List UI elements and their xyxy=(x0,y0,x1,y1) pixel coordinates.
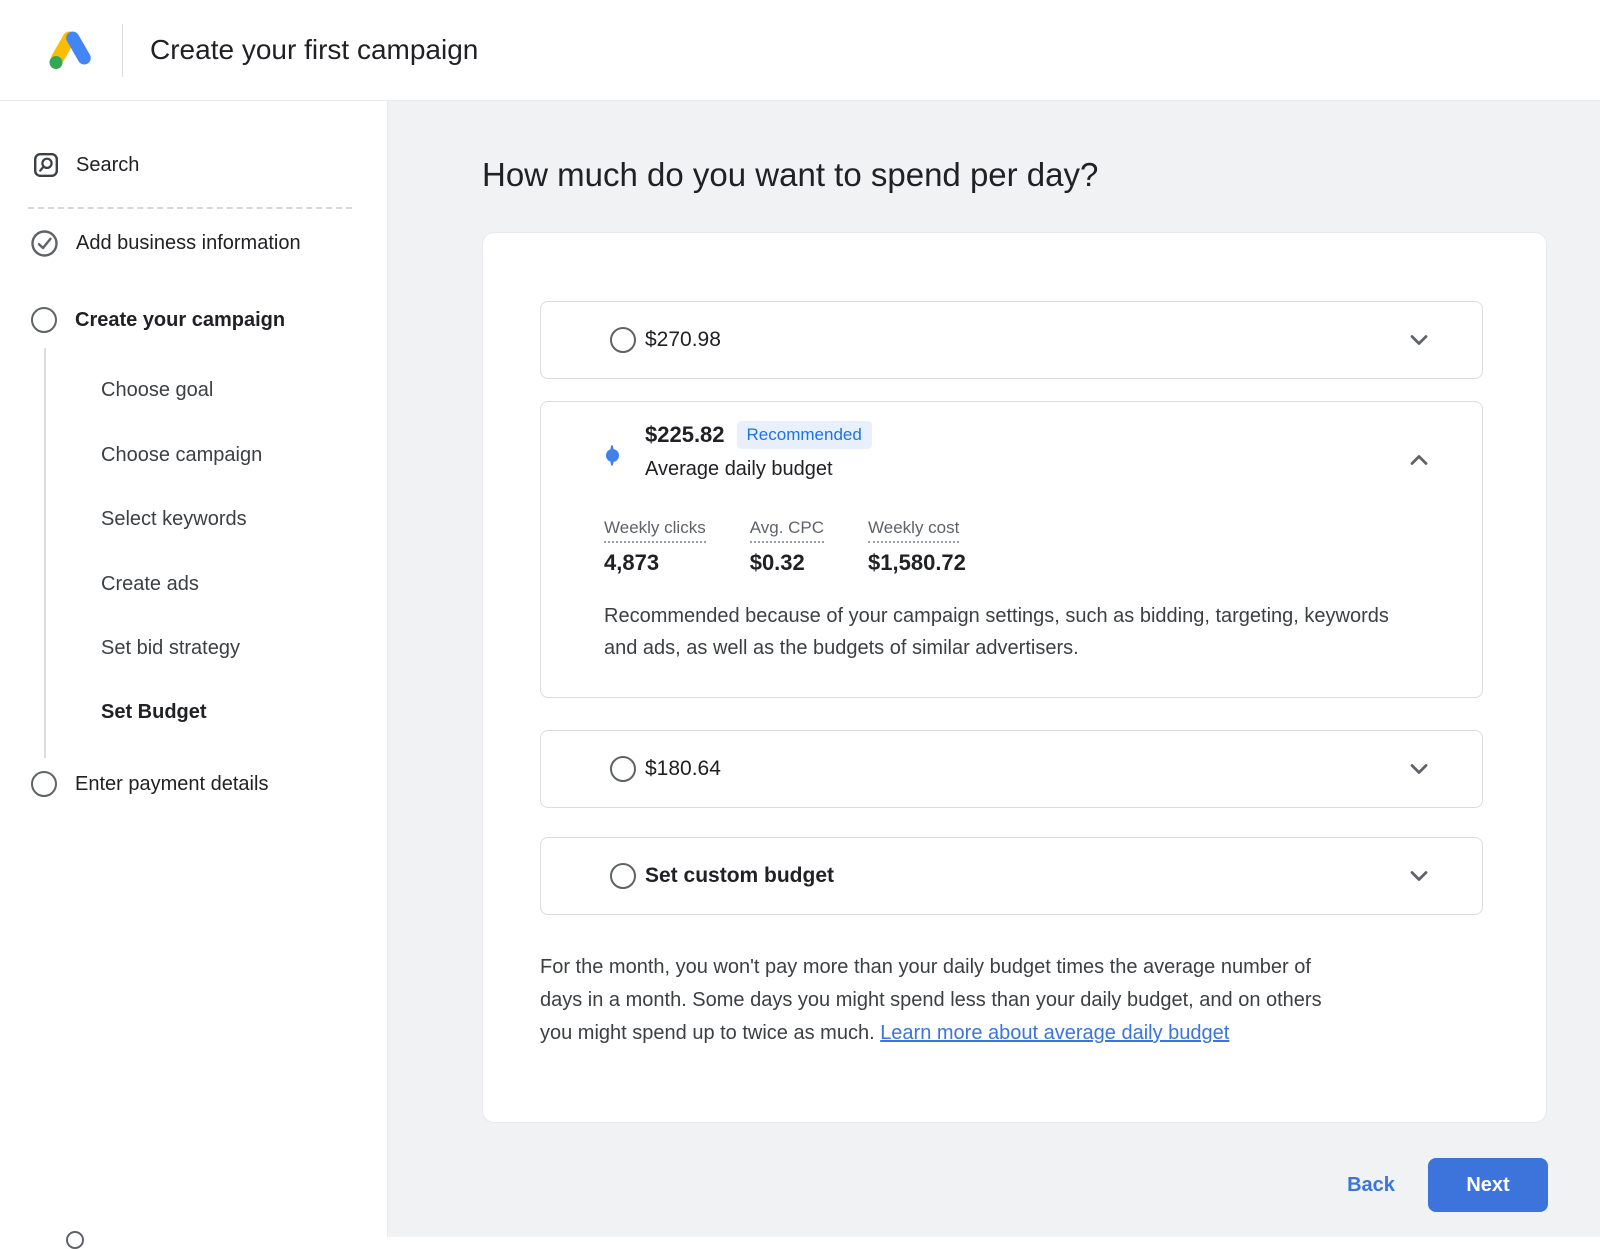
stat-label[interactable]: Weekly clicks xyxy=(604,518,706,543)
stat-value: 4,873 xyxy=(604,550,706,576)
sidebar-substep-choose-campaign[interactable]: Choose campaign xyxy=(101,444,262,467)
next-button[interactable]: Next xyxy=(1428,1158,1548,1212)
sidebar-substep-set-bid-strategy[interactable]: Set bid strategy xyxy=(101,637,240,660)
budget-option-180[interactable]: $180.64 xyxy=(540,730,1483,808)
budget-footnote: For the month, you won't pay more than y… xyxy=(540,951,1322,1050)
budget-sublabel: Average daily budget xyxy=(645,458,833,481)
stat-weekly-clicks: Weekly clicks 4,873 xyxy=(604,518,706,576)
sidebar-divider xyxy=(28,207,352,209)
budget-option-custom[interactable]: Set custom budget xyxy=(540,837,1483,915)
main-content: How much do you want to spend per day? $… xyxy=(387,100,1600,1237)
sidebar-step-business-info[interactable]: Add business information xyxy=(31,230,301,257)
sidebar-search-label: Search xyxy=(76,154,139,177)
back-button[interactable]: Back xyxy=(1331,1167,1411,1203)
app-header: Create your first campaign xyxy=(0,0,1600,101)
budget-amount: $270.98 xyxy=(645,328,721,352)
budget-stats: Weekly clicks 4,873 Avg. CPC $0.32 Weekl… xyxy=(604,518,1010,576)
sidebar-substep-set-budget[interactable]: Set Budget xyxy=(101,701,207,724)
chevron-down-icon[interactable] xyxy=(1405,862,1433,890)
header-divider xyxy=(122,24,123,77)
substep-connector-line xyxy=(44,348,46,758)
footnote-line: For the month, you won't pay more than y… xyxy=(540,951,1322,984)
chevron-up-icon[interactable] xyxy=(1405,446,1433,474)
sidebar-substep-create-ads[interactable]: Create ads xyxy=(101,573,199,596)
bottom-partial-icon[interactable] xyxy=(66,1231,84,1249)
question-heading: How much do you want to spend per day? xyxy=(482,156,1098,194)
budget-amount: $225.82 xyxy=(645,422,725,448)
stat-label[interactable]: Weekly cost xyxy=(868,518,959,543)
budget-option-270[interactable]: $270.98 xyxy=(540,301,1483,379)
search-icon xyxy=(33,152,59,178)
budget-option-225-recommended[interactable]: $225.82 Recommended Average daily budget… xyxy=(540,401,1483,698)
sidebar-step-payment-details[interactable]: Enter payment details xyxy=(31,771,268,797)
steps-sidebar: Search Add business information Create y… xyxy=(0,100,387,1237)
sidebar-step-label: Add business information xyxy=(76,232,301,255)
budget-amount: $180.64 xyxy=(645,757,721,781)
radio-button-selected[interactable] xyxy=(610,445,614,466)
sidebar-substep-select-keywords[interactable]: Select keywords xyxy=(101,508,247,531)
budget-amount: Set custom budget xyxy=(645,864,834,888)
learn-more-link[interactable]: Learn more about average daily budget xyxy=(880,1022,1229,1044)
sidebar-step-label: Create your campaign xyxy=(75,309,285,332)
recommended-badge: Recommended xyxy=(737,421,872,449)
empty-circle-icon xyxy=(31,307,57,333)
sidebar-substep-choose-goal[interactable]: Choose goal xyxy=(101,379,213,402)
radio-button[interactable] xyxy=(610,756,636,782)
stat-value: $1,580.72 xyxy=(868,550,966,576)
chevron-down-icon[interactable] xyxy=(1405,326,1433,354)
radio-button[interactable] xyxy=(610,327,636,353)
recommendation-description: Recommended because of your campaign set… xyxy=(604,600,1414,664)
budget-options-card: $270.98 $225.82 Recommended Average dail… xyxy=(482,232,1547,1123)
chevron-down-icon[interactable] xyxy=(1405,755,1433,783)
empty-circle-icon xyxy=(31,771,57,797)
sidebar-item-search[interactable]: Search xyxy=(33,152,139,178)
sidebar-step-create-campaign[interactable]: Create your campaign xyxy=(31,307,285,333)
stat-label[interactable]: Avg. CPC xyxy=(750,518,824,543)
footnote-line: you might spend up to twice as much. Lea… xyxy=(540,1017,1322,1050)
google-ads-logo-icon xyxy=(48,29,94,71)
page-title: Create your first campaign xyxy=(150,0,478,100)
footnote-line: days in a month. Some days you might spe… xyxy=(540,984,1322,1017)
radio-button[interactable] xyxy=(610,863,636,889)
check-circle-icon xyxy=(31,230,58,257)
footnote-text: you might spend up to twice as much. xyxy=(540,1022,880,1044)
sidebar-step-label: Enter payment details xyxy=(75,773,268,796)
stat-avg-cpc: Avg. CPC $0.32 xyxy=(750,518,824,576)
stat-value: $0.32 xyxy=(750,550,824,576)
stat-weekly-cost: Weekly cost $1,580.72 xyxy=(868,518,966,576)
